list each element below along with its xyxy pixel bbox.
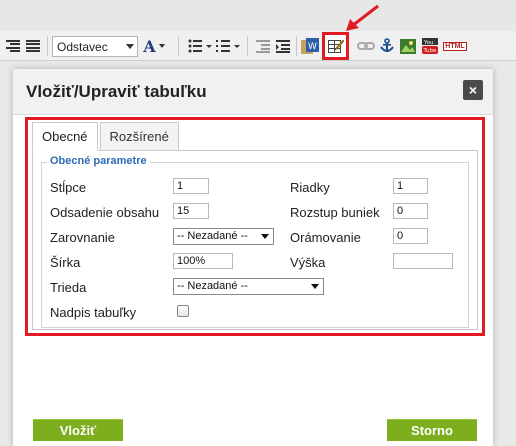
- youtube-tube-text: Tube: [423, 48, 438, 54]
- outdent-icon[interactable]: [254, 36, 272, 56]
- toolbar-separator: [247, 36, 248, 56]
- youtube-you-text: You: [423, 40, 433, 46]
- format-select-value: Odstavec: [57, 40, 108, 54]
- highlight-frame: [25, 117, 485, 336]
- html-icon[interactable]: HTML: [442, 36, 468, 56]
- dialog-title: Vložiť/Upraviť tabuľku: [26, 82, 207, 101]
- toolbar-separator: [296, 36, 297, 56]
- svg-text:W: W: [308, 42, 317, 52]
- indent-icon[interactable]: [274, 36, 292, 56]
- screen: Odstavec A W You Tube HTML Vložiť/Upravi…: [0, 0, 516, 446]
- font-color-glyph: A: [143, 36, 156, 56]
- justify-icon[interactable]: [24, 36, 42, 56]
- youtube-icon[interactable]: You Tube: [420, 36, 440, 56]
- toolbar-separator: [178, 36, 179, 56]
- editor-toolbar: Odstavec A W You Tube HTML: [0, 31, 516, 61]
- image-icon[interactable]: [398, 36, 418, 56]
- font-color-icon[interactable]: A: [142, 36, 166, 56]
- table-edit-icon[interactable]: [322, 32, 349, 60]
- chevron-down-icon: [126, 44, 134, 49]
- bullet-list-icon[interactable]: [186, 36, 214, 56]
- chevron-down-icon: [158, 44, 165, 48]
- anchor-icon[interactable]: [378, 36, 396, 56]
- align-right-icon[interactable]: [4, 36, 22, 56]
- insert-button[interactable]: Vložiť: [33, 419, 123, 441]
- format-select[interactable]: Odstavec: [52, 36, 138, 57]
- html-icon-label: HTML: [443, 41, 467, 51]
- dialog-header: Vložiť/Upraviť tabuľku ×: [13, 69, 493, 115]
- numbered-list-icon[interactable]: [214, 36, 242, 56]
- close-icon: ×: [468, 82, 478, 98]
- cancel-button[interactable]: Storno: [387, 419, 477, 441]
- link-icon[interactable]: [356, 36, 376, 56]
- toolbar-separator: [47, 36, 48, 56]
- close-button[interactable]: ×: [463, 80, 483, 100]
- paste-word-icon[interactable]: W: [300, 36, 320, 56]
- pointer-arrow-icon: [346, 4, 379, 31]
